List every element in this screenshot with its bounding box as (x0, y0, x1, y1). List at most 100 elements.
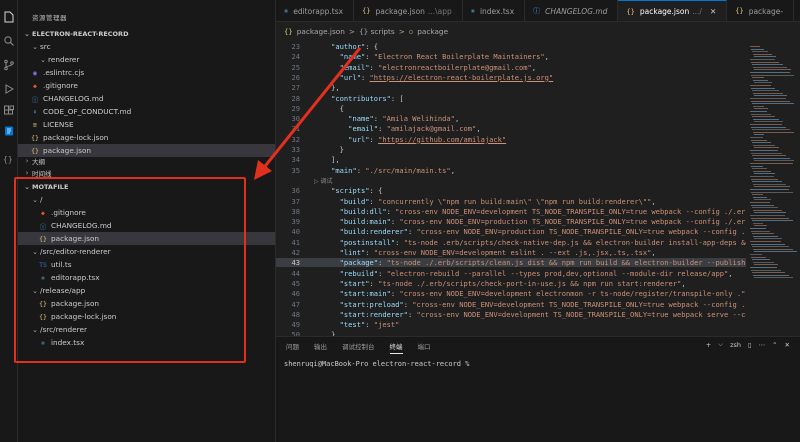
tree-file[interactable]: ⬇ CODE_OF_CONDUCT.md (18, 105, 275, 118)
more-actions-icon[interactable]: ⋯ (759, 341, 766, 349)
code-editor[interactable]: 23 "author": {24 "name": "Electron React… (276, 40, 746, 336)
minimap-line (754, 147, 779, 149)
tree-file[interactable]: ⓘ CHANGELOG.md (18, 92, 275, 105)
source-control-icon[interactable] (2, 58, 16, 72)
code-line[interactable]: 49 "test": "jest" (276, 320, 746, 329)
breadcrumb-file[interactable]: package.json (297, 27, 345, 36)
code-line[interactable]: 27 }, (276, 83, 746, 92)
code-line[interactable]: 32 "url": "https://github.com/amilajack" (276, 135, 746, 144)
tree-file[interactable]: ⚛ editorapp.tsx (18, 271, 275, 284)
explorer-icon[interactable] (2, 10, 16, 24)
terminal-output[interactable]: shenruqi@MacBook-Pro electron-react-reco… (284, 360, 474, 368)
panel-tab[interactable]: 问题 (286, 341, 299, 354)
tree-folder[interactable]: ⌄ src (18, 40, 275, 53)
split-terminal-icon[interactable]: ▯ (748, 341, 752, 349)
code-line[interactable]: 33 } (276, 145, 746, 154)
code-line[interactable]: 23 "author": { (276, 42, 746, 51)
dropdown-icon[interactable]: ⌵ (718, 340, 723, 349)
breadcrumb-scripts[interactable]: {} scripts (359, 27, 395, 36)
tree-file[interactable]: ◉ .eslintrc.cjs (18, 66, 275, 79)
code-line[interactable]: 30 "name": "Amila Welihinda", (276, 114, 746, 123)
code-line[interactable]: 38 "build:dll": "cross-env NODE_ENV=deve… (276, 207, 746, 216)
code-line[interactable]: 34 ], (276, 155, 746, 164)
code-token: : { (365, 42, 379, 51)
line-number: 47 (291, 299, 300, 309)
editor-tab[interactable]: {} package.json ...\app (354, 0, 463, 21)
code-line[interactable]: 31 "email": "amilajack@gmail.com", (276, 124, 746, 133)
editor-tab[interactable]: ⚛ editorapp.tsx (276, 0, 355, 21)
tree-folder[interactable]: ⌄/release/app (18, 284, 275, 297)
tree-file[interactable]: ⚛ index.tsx (18, 336, 275, 349)
tree-file[interactable]: {} package.json (18, 232, 275, 245)
terminal-shell-label[interactable]: zsh (730, 341, 741, 349)
editor-tab[interactable]: {} package.json .../ ✕ (618, 0, 728, 21)
outline-label: 大纲 (32, 158, 45, 166)
breadcrumb-package[interactable]: package (417, 27, 448, 36)
tab-label: package.json (375, 6, 425, 16)
tree-file[interactable]: TS util.ts (18, 258, 275, 271)
editor-tab[interactable]: ⓘ CHANGELOG.md (525, 0, 619, 21)
minimap[interactable] (746, 40, 800, 336)
tree-folder[interactable]: ⌄ renderer (18, 53, 275, 66)
code-line[interactable]: 47 "start:preload": "cross-env NODE_ENV=… (276, 300, 746, 309)
motafile-section-header[interactable]: ⌄ MOTAFILE (22, 181, 274, 193)
react-icon: ⚛ (284, 7, 289, 15)
code-line[interactable]: 25 "email": "electronreactboilerplate@gm… (276, 63, 746, 72)
timeline-section-header[interactable]: › 时间线 (22, 167, 274, 179)
close-panel-icon[interactable]: ✕ (785, 341, 790, 349)
line-number: 28 (291, 93, 300, 103)
code-line[interactable]: 29 { (276, 104, 746, 113)
extensions-icon[interactable] (2, 104, 16, 118)
tree-file[interactable]: ◆ .gitignore (18, 79, 275, 92)
panel-tab[interactable]: 端口 (418, 341, 431, 354)
new-terminal-icon[interactable]: + (706, 341, 711, 349)
code-line[interactable]: ▷ 调试 (276, 176, 746, 185)
minimap-line (754, 121, 783, 123)
tree-file[interactable]: ◆ .gitignore (18, 206, 275, 219)
code-line[interactable]: 24 "name": "Electron React Boilerplate M… (276, 52, 746, 61)
editor-tab[interactable]: {} package- (727, 0, 795, 21)
panel-tab[interactable]: 终端 (389, 341, 403, 354)
code-line[interactable]: 48 "start:renderer": "cross-env NODE_ENV… (276, 310, 746, 319)
minimap-line (754, 277, 793, 279)
maximize-icon[interactable]: ⌃ (772, 341, 777, 349)
tree-folder[interactable]: ⌄ / (18, 193, 275, 206)
tree-folder[interactable]: ⌄/src/editor-renderer (18, 245, 275, 258)
code-line[interactable]: 46 "start:main": "cross-env NODE_ENV=dev… (276, 289, 746, 298)
code-line[interactable]: 39 "build:main": "cross-env NODE_ENV=pro… (276, 217, 746, 226)
json-outline-icon[interactable]: {} (2, 152, 16, 166)
tree-folder[interactable]: ⌄/src/renderer (18, 323, 275, 336)
code-token: "ts-node ./.erb/scripts/check-port-in-us… (378, 278, 682, 288)
run-debug-icon[interactable] (2, 82, 16, 96)
code-line[interactable]: 44 "rebuild": "electron-rebuild --parall… (276, 269, 746, 278)
code-line[interactable]: 41 "postinstall": "ts-node .erb/scripts/… (276, 238, 746, 247)
code-line[interactable]: 35 "main": "./src/main/main.ts", (276, 166, 746, 175)
minimap-line (754, 212, 786, 214)
project-section-header[interactable]: ⌄ ELECTRON-REACT-RECORD (22, 28, 274, 40)
motafile-icon[interactable] (2, 124, 16, 138)
code-line[interactable]: 43 "package": "ts-node ./.erb/scripts/cl… (276, 258, 746, 268)
tree-file[interactable]: {} package.json (18, 297, 275, 310)
tree-file[interactable]: ≡ LICENSE (18, 118, 275, 131)
code-line[interactable]: 28 "contributors": [ (276, 94, 746, 103)
editor-tab[interactable]: ⚛ index.tsx (463, 0, 526, 21)
tree-file[interactable]: ⓘ CHANGELOG.md (18, 219, 275, 232)
search-icon[interactable] (2, 34, 16, 48)
tab-path-hint: ...\app (427, 6, 452, 16)
code-line[interactable]: 26 "url": "https://electron-react-boiler… (276, 73, 746, 82)
tree-file[interactable]: {} package-lock.json (18, 310, 275, 323)
tree-file[interactable]: {} package-lock.json (18, 131, 275, 144)
panel-tab[interactable]: 输出 (314, 341, 327, 354)
close-icon[interactable]: ✕ (710, 7, 716, 16)
outline-section-header[interactable]: › 大纲 (22, 155, 274, 167)
code-token: "amilajack@gmail.com" (386, 124, 477, 134)
minimap-line (752, 246, 789, 248)
debug-codelens[interactable]: ▷ 调试 (314, 178, 333, 185)
code-line[interactable]: 42 "lint": "cross-env NODE_ENV=developme… (276, 248, 746, 257)
code-line[interactable]: 40 "build:renderer": "cross-env NODE_ENV… (276, 227, 746, 236)
panel-tab[interactable]: 调试控制台 (342, 341, 375, 354)
code-line[interactable]: 45 "start": "ts-node ./.erb/scripts/chec… (276, 279, 746, 288)
code-line[interactable]: 37 "build": "concurrently \"npm run buil… (276, 197, 746, 206)
code-line[interactable]: 36 "scripts": { (276, 186, 746, 195)
minimap-line (753, 235, 778, 237)
